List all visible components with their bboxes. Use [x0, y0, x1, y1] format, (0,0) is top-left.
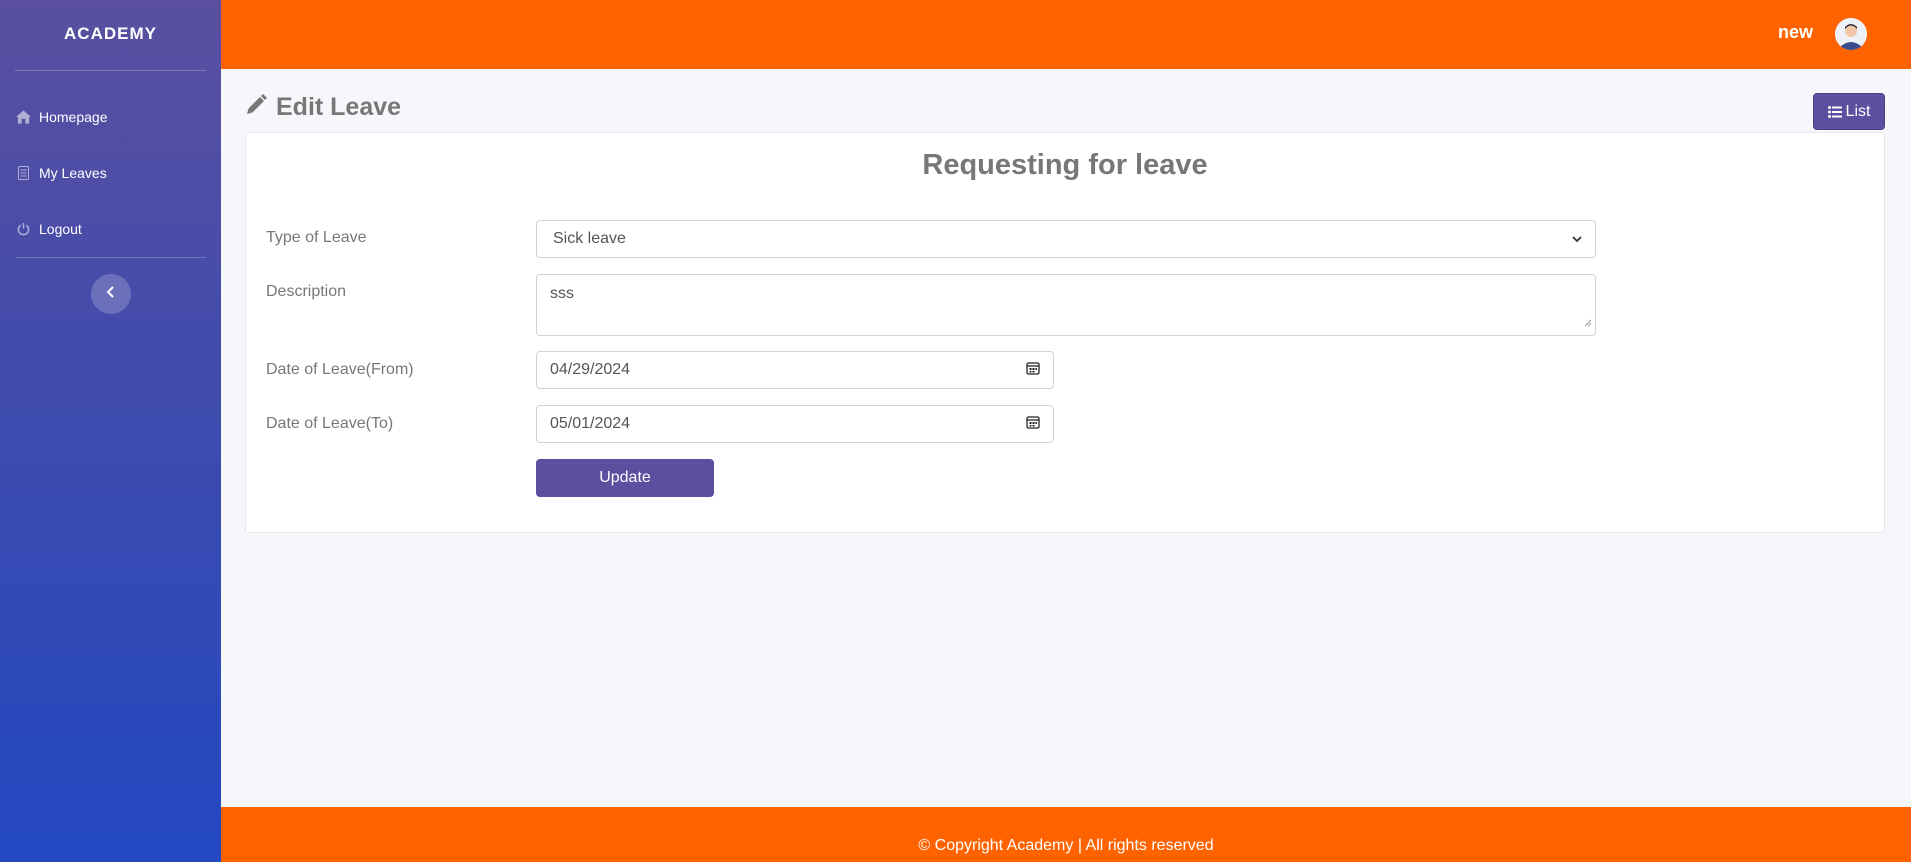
sidebar-collapse-button[interactable]: [90, 274, 131, 314]
chevron-left-icon: [106, 285, 116, 303]
sidebar-item-logout[interactable]: Logout: [0, 201, 221, 257]
sidebar-item-homepage[interactable]: Homepage: [0, 89, 221, 145]
date-to-value: 05/01/2024: [550, 415, 631, 432]
document-icon: [15, 165, 31, 181]
topbar: new: [221, 0, 1911, 69]
page-title: Edit Leave: [276, 93, 402, 121]
sidebar: ACADEMY Homepage My Leaves Logout: [0, 0, 221, 862]
footer: © Copyright Academy | All rights reserve…: [221, 807, 1911, 862]
home-icon: [15, 109, 31, 125]
avatar-icon: [1835, 18, 1867, 50]
description-value: sss: [550, 285, 574, 302]
avatar[interactable]: [1835, 18, 1867, 50]
brand-logo[interactable]: ACADEMY: [0, 0, 221, 68]
leave-form-card: Requesting for leave Type of Leave Sick …: [245, 132, 1885, 533]
type-of-leave-select[interactable]: Sick leave: [536, 220, 1596, 258]
sidebar-item-label: Homepage: [39, 109, 108, 125]
user-name[interactable]: new: [1778, 22, 1813, 43]
sidebar-divider: [15, 257, 206, 258]
sidebar-item-my-leaves[interactable]: My Leaves: [0, 145, 221, 201]
calendar-icon[interactable]: [1026, 361, 1040, 380]
date-to-input[interactable]: 05/01/2024: [536, 405, 1054, 443]
resize-handle-icon[interactable]: [1584, 314, 1592, 332]
description-textarea[interactable]: sss: [536, 274, 1596, 336]
date-to-label: Date of Leave(To): [266, 415, 394, 432]
date-from-value: 04/29/2024: [550, 361, 631, 378]
date-from-input[interactable]: 04/29/2024: [536, 351, 1054, 389]
main-content: Edit Leave List Requesting for leave Typ…: [221, 69, 1911, 807]
list-button-label: List: [1845, 102, 1871, 120]
calendar-icon[interactable]: [1026, 415, 1040, 434]
date-from-label: Date of Leave(From): [266, 361, 414, 378]
type-of-leave-label: Type of Leave: [266, 229, 367, 246]
power-icon: [15, 221, 31, 237]
sidebar-item-label: My Leaves: [39, 165, 107, 181]
sidebar-item-label: Logout: [39, 221, 82, 237]
list-icon: [1827, 105, 1842, 118]
footer-copyright: © Copyright Academy | All rights reserve…: [918, 837, 1214, 854]
sidebar-nav: Homepage My Leaves Logout: [0, 71, 221, 257]
type-of-leave-value: Sick leave: [553, 230, 626, 247]
page-header: Edit Leave: [244, 93, 401, 122]
list-button[interactable]: List: [1813, 93, 1885, 130]
form-heading: Requesting for leave: [922, 149, 1208, 181]
description-label: Description: [266, 283, 347, 300]
pencil-icon: [244, 93, 268, 122]
update-button[interactable]: Update: [536, 459, 714, 497]
chevron-down-icon: [1572, 230, 1582, 248]
